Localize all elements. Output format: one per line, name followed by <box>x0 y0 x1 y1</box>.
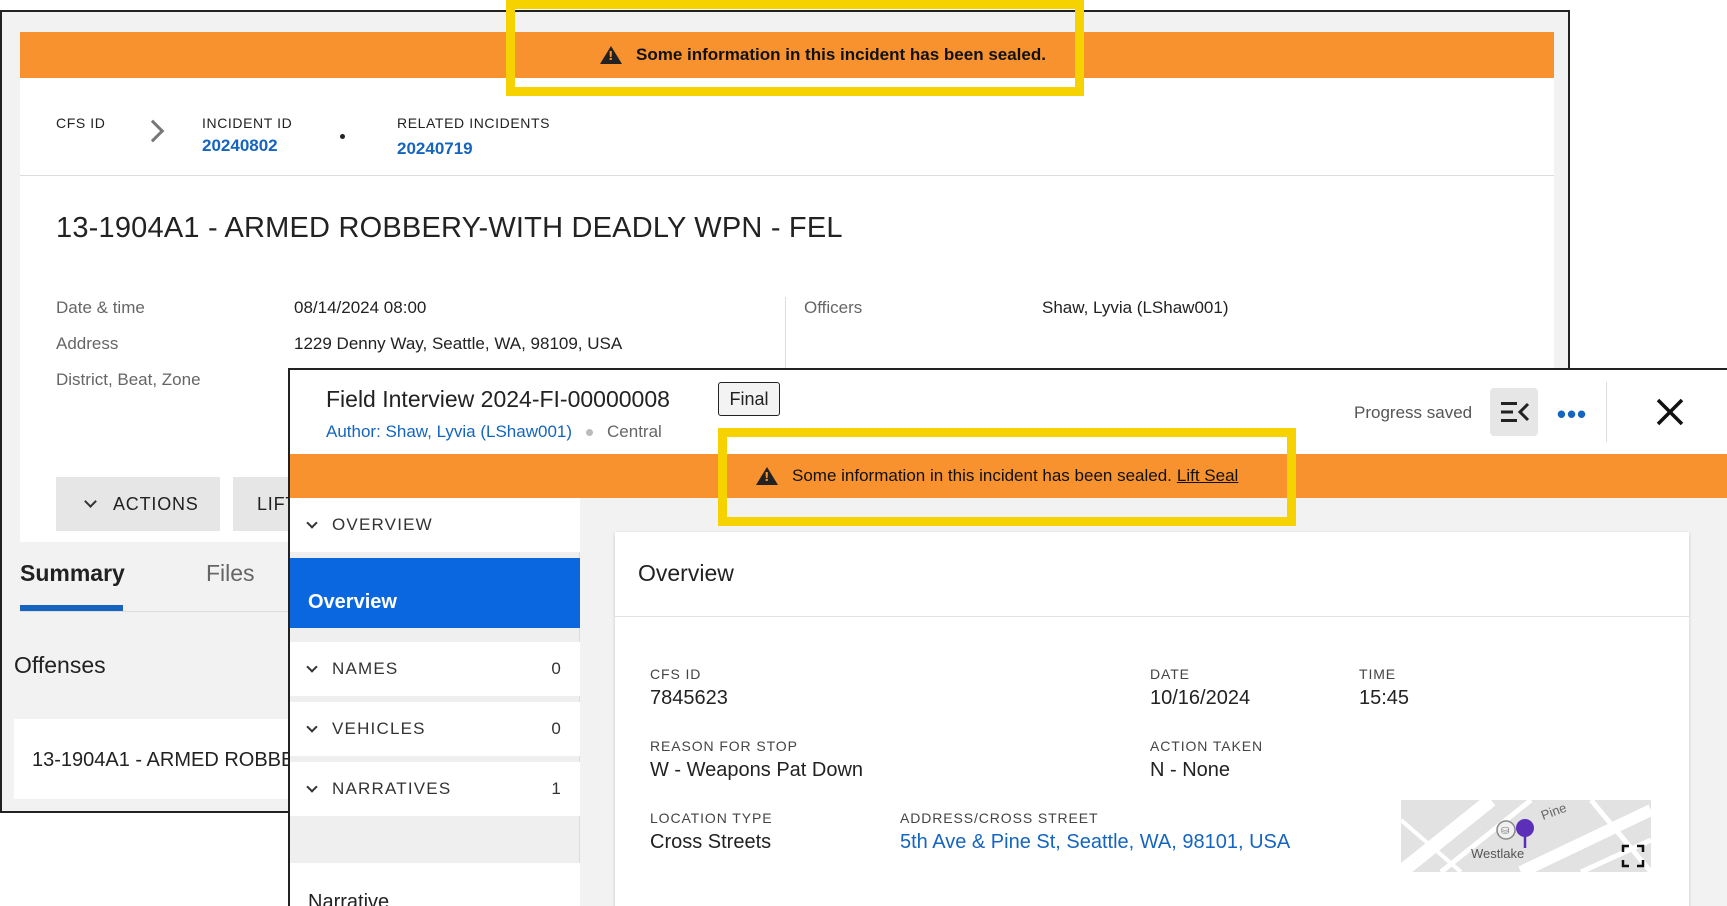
officers-value: Shaw, Lyvia (LShaw001) <box>1042 298 1229 317</box>
offense-item: 13-1904A1 - ARMED ROBBE <box>32 749 295 771</box>
author-line: Author: Shaw, Lyvia (LShaw001) Central <box>326 422 662 442</box>
incident-title: 13-1904A1 - ARMED ROBBERY-WITH DEADLY WP… <box>56 212 843 244</box>
sidebar-section-names[interactable]: NAMES 0 <box>290 642 580 696</box>
close-icon <box>1656 398 1684 426</box>
offenses-heading: Offenses <box>14 652 106 678</box>
overview-heading: Overview <box>638 560 734 586</box>
address-link[interactable]: 5th Ave & Pine St, Seattle, WA, 98101, U… <box>900 831 1290 854</box>
tab-files[interactable]: Files <box>206 560 255 587</box>
chevron-down-icon <box>306 516 318 529</box>
date-time-label: Date & time <box>56 298 145 317</box>
chevron-down-icon <box>306 660 318 673</box>
chevron-down-icon <box>84 495 97 508</box>
close-button[interactable] <box>1648 390 1692 434</box>
address-value: 1229 Denny Way, Seattle, WA, 98109, USA <box>294 334 623 353</box>
chevron-down-icon <box>306 720 318 733</box>
header-divider <box>1606 382 1607 442</box>
date-field: DATE 10/16/2024 <box>1150 666 1251 709</box>
reason-for-stop-field: REASON FOR STOP W - Weapons Pat Down <box>650 738 864 781</box>
sidebar-item-overview[interactable]: Overview <box>290 558 580 628</box>
action-taken-field: ACTION TAKEN N - None <box>1150 738 1263 781</box>
district-text: Central <box>607 422 662 441</box>
separator-dot <box>340 134 345 139</box>
cfs-id-field: CFS ID <box>56 115 106 131</box>
svg-text:⛁: ⛁ <box>1501 826 1509 837</box>
tab-summary[interactable]: Summary <box>20 560 125 587</box>
address-field: ADDRESS/CROSS STREET 5th Ave & Pine St, … <box>900 810 1291 854</box>
status-badge: Final <box>718 382 780 416</box>
main-content: Overview CFS ID 7845623 DATE 10/16/2024 … <box>580 498 1727 906</box>
actions-button[interactable]: ACTIONS <box>56 477 220 531</box>
panel-collapse-icon <box>1501 402 1530 422</box>
address-label: Address <box>56 334 119 353</box>
separator-dot <box>586 428 594 436</box>
related-incident-link[interactable]: 20240719 <box>397 139 550 159</box>
related-incidents-field: RELATED INCIDENTS 20240719 <box>397 115 551 159</box>
location-map[interactable]: ⛁ Westlake Pine <box>1401 800 1651 872</box>
more-options-icon[interactable]: ••• <box>1552 394 1592 434</box>
district-label: District, Beat, Zone <box>56 370 201 389</box>
sidebar-section-vehicles[interactable]: VEHICLES 0 <box>290 702 580 756</box>
map-graphic: ⛁ Westlake Pine <box>1401 800 1651 872</box>
sidebar-item-narrative[interactable]: Narrative <box>290 863 580 906</box>
chevron-right-icon <box>141 119 165 143</box>
vehicles-count: 0 <box>551 719 562 738</box>
panel-toggle-button[interactable] <box>1490 388 1538 436</box>
sidebar-section-narratives[interactable]: NARRATIVES 1 <box>290 762 580 816</box>
narratives-count: 1 <box>551 779 562 798</box>
overview-card: Overview CFS ID 7845623 DATE 10/16/2024 … <box>615 532 1689 906</box>
sidebar: OVERVIEW Overview NAMES 0 VEHICLES 0 NAR… <box>290 498 580 906</box>
offense-card[interactable]: 13-1904A1 - ARMED ROBBE <box>14 719 304 799</box>
cfs-id-field: CFS ID 7845623 <box>650 666 728 709</box>
chevron-down-icon <box>306 780 318 793</box>
location-type-field: LOCATION TYPE Cross Streets <box>650 810 773 853</box>
overview-divider <box>615 616 1689 617</box>
names-count: 0 <box>551 659 562 678</box>
officers-label: Officers <box>804 298 863 317</box>
author-link[interactable]: Author: Shaw, Lyvia (LShaw001) <box>326 422 572 442</box>
field-interview-title: Field Interview 2024-FI-00000008 <box>326 386 670 412</box>
highlight-box <box>718 428 1296 526</box>
map-place-label: Westlake <box>1471 846 1524 861</box>
date-time-value: 08/14/2024 08:00 <box>294 298 427 317</box>
progress-status: Progress saved <box>1354 403 1473 422</box>
sidebar-section-overview[interactable]: OVERVIEW <box>290 498 580 552</box>
incident-id-field: INCIDENT ID 20240802 <box>202 115 293 156</box>
location-pin-icon <box>1516 819 1534 837</box>
tabs-divider <box>20 611 290 612</box>
incident-id-link[interactable]: 20240802 <box>202 136 292 156</box>
time-field: TIME 15:45 <box>1359 666 1410 709</box>
highlight-box <box>506 0 1084 96</box>
